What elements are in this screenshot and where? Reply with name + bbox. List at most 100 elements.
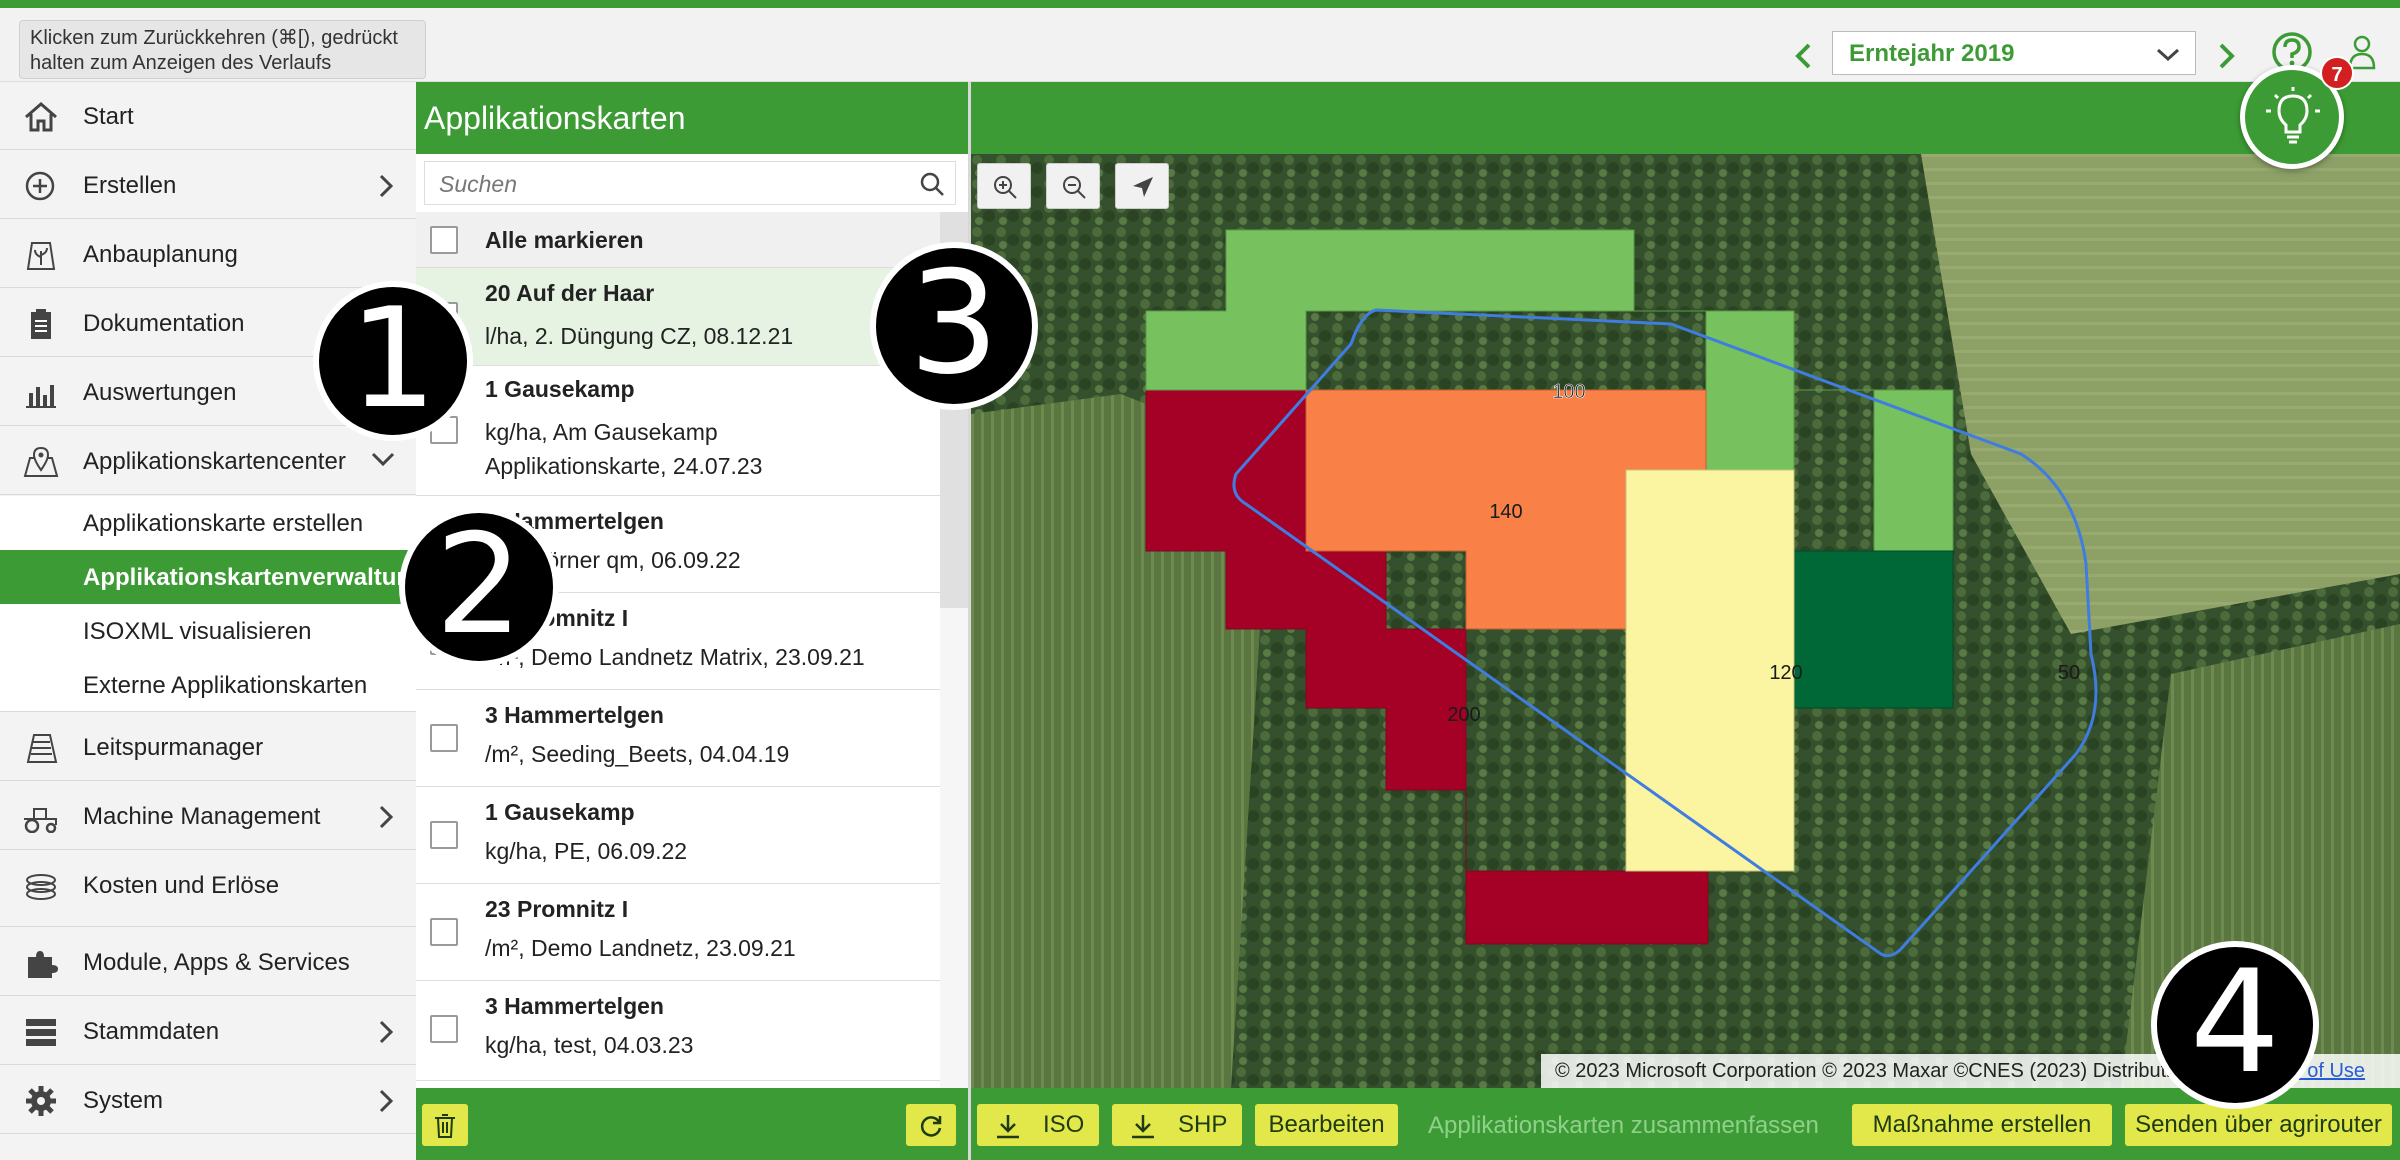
- sidebar-item-erstellen[interactable]: Erstellen: [0, 151, 416, 219]
- callout-3: 3: [870, 242, 1038, 410]
- bar-chart-icon: [26, 385, 56, 408]
- zone-label: 100: [1552, 381, 1585, 403]
- chevron-right-icon: [379, 174, 394, 198]
- chevron-right-icon: [379, 805, 394, 829]
- list-item-detail: /m², Demo Landnetz, 23.09.21: [485, 935, 796, 961]
- sidebar-subitem-create-map[interactable]: Applikationskarte erstellen: [0, 496, 416, 550]
- sidebar-subitem-label: Externe Applikationskarten: [83, 672, 368, 699]
- chevron-down-icon: [2156, 48, 2180, 62]
- sidebar-item-module[interactable]: Module, Apps & Services: [0, 928, 416, 996]
- download-icon: [997, 1115, 1019, 1139]
- list-item-detail: /m², Seeding_Beets, 04.04.19: [485, 741, 790, 767]
- list-item[interactable]: 1 Gausekamp kg/ha, Am Gausekamp Applikat…: [416, 366, 952, 496]
- list-item-title: 3 Hammertelgen: [485, 702, 664, 728]
- sidebar-item-label: Auswertungen: [83, 379, 237, 406]
- search-placeholder: Suchen: [439, 171, 518, 197]
- sidebar-subitem-isoxml[interactable]: ISOXML visualisieren: [0, 604, 416, 658]
- plus-circle-icon: [25, 171, 55, 201]
- sidebar-item-label: Stammdaten: [83, 1018, 220, 1045]
- refresh-button[interactable]: [906, 1104, 956, 1146]
- list-header: Applikationskarten: [416, 82, 968, 154]
- callout-1: 1: [313, 281, 473, 441]
- list-item-checkbox[interactable]: [430, 724, 458, 752]
- list-item[interactable]: 3 Hammertelgen /m², Seeding_Beets, 04.04…: [416, 690, 952, 787]
- merge-maps-button[interactable]: Applikationskarten zusammenfassen: [1428, 1112, 1819, 1140]
- sidebar-item-label: Erstellen: [83, 172, 177, 199]
- download-shp-button[interactable]: SHP: [1112, 1104, 1242, 1146]
- sidebar-item-label: Leitspurmanager: [83, 734, 264, 761]
- download-shp-label: SHP: [1178, 1111, 1228, 1138]
- list-item-checkbox[interactable]: [430, 821, 458, 849]
- sidebar-item-label: Anbauplanung: [83, 241, 238, 268]
- delete-button[interactable]: [422, 1104, 468, 1146]
- send-agrirouter-button[interactable]: Senden über agrirouter: [2125, 1104, 2392, 1146]
- chevron-right-icon: [379, 1089, 394, 1113]
- list-item-checkbox[interactable]: [430, 918, 458, 946]
- list-item-title: 1 Gausekamp: [485, 799, 635, 825]
- clipboard-icon: [31, 309, 51, 339]
- list-item-title: 3 Hammertelgen: [485, 993, 664, 1019]
- track-icon: [26, 734, 58, 763]
- home-icon: [25, 102, 57, 132]
- coins-icon: [26, 874, 56, 900]
- refresh-icon: [920, 1116, 942, 1137]
- list-item[interactable]: 1 Gausekamp kg/ha, PE, 06.09.22: [416, 787, 952, 884]
- database-icon: [26, 1019, 56, 1046]
- list-item-title: 20 Auf der Haar: [485, 280, 655, 306]
- sidebar-item-stammdaten[interactable]: Stammdaten: [0, 997, 416, 1065]
- map-pin-icon: [23, 446, 59, 477]
- attribution-text: © 2023 Microsoft Corporation © 2023 Maxa…: [1555, 1060, 2193, 1082]
- list-item-detail: Applikationskarte, 24.07.23: [485, 453, 763, 479]
- map-view[interactable]: 100 140 120 50 200 © 2023 Microsoft Corp…: [971, 154, 2400, 1088]
- plant-icon: [26, 242, 56, 270]
- download-iso-button[interactable]: ISO: [977, 1104, 1099, 1146]
- list-item-detail: l/ha, 2. Düngung CZ, 08.12.21: [485, 323, 794, 349]
- list-item[interactable]: 3 Hammertelgen kg/ha, test, 04.03.23: [416, 981, 952, 1081]
- list-toolbar: [416, 1088, 968, 1160]
- sidebar-subitem-external-maps[interactable]: Externe Applikationskarten: [0, 658, 416, 712]
- sidebar-item-kosten[interactable]: Kosten und Erlöse: [0, 851, 416, 927]
- locate-button[interactable]: [1115, 163, 1169, 209]
- zoom-out-button[interactable]: [1046, 163, 1100, 209]
- edit-button[interactable]: Bearbeiten: [1255, 1104, 1398, 1146]
- puzzle-icon: [28, 951, 58, 978]
- sidebar-subitem-map-management[interactable]: Applikationskartenverwaltung: [0, 550, 426, 604]
- back-tooltip: Klicken zum Zurückkehren (⌘[), gedrückt …: [19, 20, 426, 79]
- location-arrow-icon: [1133, 177, 1153, 197]
- sidebar-item-machine-management[interactable]: Machine Management: [0, 782, 416, 850]
- sidebar-item-start[interactable]: Start: [0, 82, 416, 150]
- sidebar-item-label: Kosten und Erlöse: [83, 872, 280, 899]
- tractor-icon: [24, 808, 57, 833]
- zoom-in-icon: [994, 176, 1017, 199]
- list-item[interactable]: 23 Promnitz I /m², Demo Landnetz, 23.09.…: [416, 884, 952, 981]
- select-all-checkbox[interactable]: [430, 226, 458, 254]
- search-icon[interactable]: [919, 171, 945, 197]
- scrollbar-track[interactable]: [940, 608, 968, 1088]
- sidebar: Start Erstellen Anbauplanung Dokumentati…: [0, 82, 426, 1160]
- list-item-title: 1 Gausekamp: [485, 376, 635, 402]
- year-select-value: Erntejahr 2019: [1849, 40, 2015, 67]
- sidebar-item-leitspurmanager[interactable]: Leitspurmanager: [0, 713, 416, 781]
- previous-year-icon[interactable]: [1784, 36, 1824, 76]
- sidebar-item-label: System: [83, 1087, 164, 1114]
- notification-badge: 7: [2320, 56, 2354, 90]
- zoom-out-icon: [1063, 176, 1086, 199]
- zone-label: 120: [1769, 662, 1802, 684]
- search-input[interactable]: Suchen: [424, 161, 956, 205]
- zone-label: 50: [2058, 662, 2080, 684]
- trash-icon: [435, 1114, 455, 1138]
- list-item-checkbox[interactable]: [430, 1015, 458, 1043]
- create-measure-button[interactable]: Maßnahme erstellen: [1852, 1104, 2112, 1146]
- download-iso-label: ISO: [1043, 1111, 1085, 1138]
- sidebar-item-label: Applikationskartencenter: [83, 448, 346, 475]
- year-select[interactable]: Erntejahr 2019: [1832, 31, 2196, 75]
- sidebar-item-system[interactable]: System: [0, 1066, 416, 1134]
- next-year-icon[interactable]: [2206, 36, 2246, 76]
- sidebar-item-label: Start: [83, 103, 134, 130]
- callout-4: 4: [2151, 941, 2319, 1109]
- select-all-row[interactable]: Alle markieren: [416, 212, 952, 268]
- list-item-detail: /m², Demo Landnetz Matrix, 23.09.21: [485, 644, 865, 670]
- page-title: Applikationskarten: [424, 100, 686, 136]
- top-bar: Klicken zum Zurückkehren (⌘[), gedrückt …: [0, 8, 2400, 82]
- zoom-in-button[interactable]: [977, 163, 1031, 209]
